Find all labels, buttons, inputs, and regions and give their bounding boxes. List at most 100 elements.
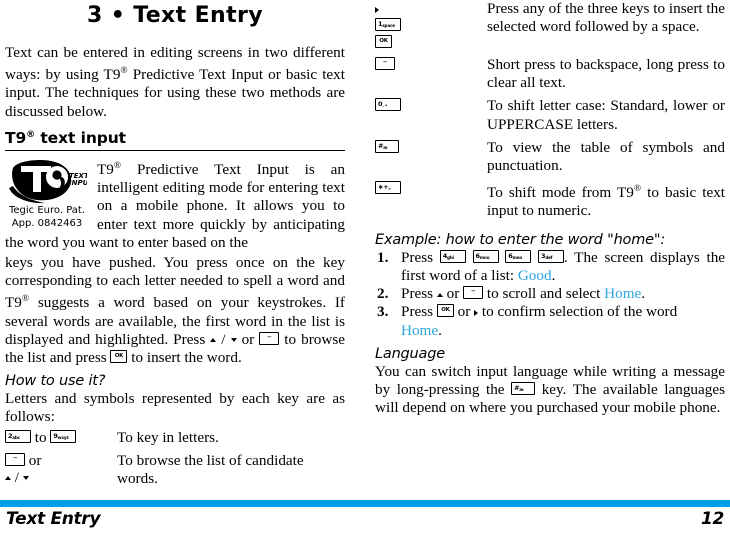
table-row: 1space OK Press any of the three keys to… [375,0,725,56]
step2-period: . [641,285,646,303]
how-to-use-intro: Letters and symbols represented by each … [5,390,345,426]
ok-key-icon: OK [110,350,128,364]
arrow-right-icon [375,6,379,13]
key-description: Press any of the three keys to insert th… [487,0,725,36]
key-4-icon: 4ghi [439,249,466,263]
key-description: To view the table of symbols and punctua… [487,138,725,175]
key-cell: #æ [375,139,487,180]
key-cell: – or / [5,452,117,493]
step2-text-mid: or [442,285,464,303]
backspace-key-icon: – [5,452,25,466]
step3-text-before: Press [401,303,437,321]
subheading-language: Language [375,345,445,362]
key-2-icon: 2abc [5,429,31,443]
key-1-icon: 1space [375,18,401,31]
key-cell: 0. • [375,97,487,138]
key-9-icon: 9wxyz [50,429,77,443]
key-description: To shift letter case: Standard, lower or… [487,97,725,133]
t9-description-paragraph-2: keys you have pushed. You press once on … [5,253,345,367]
backspace-key-icon: – [375,57,395,70]
key-row-backspace: – or [5,452,113,469]
key-cell: – [375,56,487,97]
suggested-word-good: Good [517,266,552,284]
list-item: Press OK or to confirm selection of the … [375,303,725,339]
key-stack: – or / [5,452,113,486]
key-hash-icon: #æ [375,139,399,153]
key-row-arrow-right [375,0,483,17]
step2-text-after: to scroll and select [483,285,605,303]
subheading-example: Example: how to enter the word "home": [375,231,666,248]
arrow-separator: / [14,468,20,486]
list-item: Press 4ghi 6mno 6mno 3def. The screen di… [375,249,725,285]
table-row: – Short press to backspace, long press t… [375,56,725,97]
key-row-arrows: / [5,469,113,486]
arrow-down-icon [230,338,237,343]
table-row: 2abc to 9wxyz To key in letters. [5,429,345,452]
table-row: 0. • To shift letter case: Standard, low… [375,97,725,138]
key-description: To browse the list of candidate words. [117,451,304,488]
key-stack: 1space OK [375,0,483,51]
key-0-icon: 0. • [375,98,401,112]
key-row-ok: OK [375,34,483,51]
step1-period: . [551,266,556,284]
suggested-word-home: Home [604,285,642,303]
key-legend-table-left: 2abc to 9wxyz To key in letters. – or / … [5,429,345,494]
arrow-up-icon [210,338,217,343]
left-column: 3 • Text Entry Text can be entered in ed… [0,0,365,496]
ok-key-icon: OK [375,35,392,48]
registered-mark-icon: ® [26,129,36,140]
key-description: To key in letters. [117,428,219,446]
footer-accent-bar [0,500,730,507]
step3-period: . [438,321,442,339]
key-cell: 2abc to 9wxyz [5,429,117,452]
footer: Text Entry 12 [0,509,730,529]
logo-caption-line2: App. 0842463 [11,218,83,230]
right-column: 1space OK Press any of the three keys to… [365,0,730,496]
language-paragraph: You can switch input language while writ… [375,363,725,418]
table-row: #æ To view the table of symbols and punc… [375,139,725,180]
step3-text-mid: or [453,303,475,321]
ok-key-icon: OK [436,304,454,318]
section-heading-t9-text-input: T9® text input [5,129,345,151]
key-description-t9-shift: To shift mode from T9® to basic text inp… [487,184,726,220]
step2-text-before: Press [401,285,437,303]
list-item: Press or – to scroll and select Home. [375,285,725,303]
registered-mark-icon: ® [120,66,128,77]
suggested-word-home: Home [401,321,439,339]
arrow-down-icon [22,476,29,481]
subheading-how-to-use-it: How to use it? [5,373,106,390]
key-cell: 1space OK [375,0,487,56]
intro-paragraph: Text can be entered in editing screens i… [5,44,345,121]
row-joiner-to: to [34,428,47,446]
backspace-key-icon: – [463,286,484,300]
key-row-1: 1space [375,17,483,34]
arrow-up-icon [5,476,11,481]
key-6-icon: 6mno [472,249,499,263]
key-description: Short press to backspace, long press to … [487,56,725,92]
svg-text:INPUT: INPUT [69,179,87,187]
key-hash-icon: #æ [511,381,536,395]
row-joiner-or: or [28,451,42,469]
table-row: – or / To browse the list of candidate w… [5,452,345,493]
t9-logo-block: TEXT INPUT Tegic Euro. Pat. App. 0842463 [5,158,89,231]
key-star-icon: ∗+» [375,181,401,195]
page-title: 3 • Text Entry [86,3,264,28]
backspace-key-icon: – [259,331,280,345]
registered-mark-icon: ® [633,184,642,195]
example-steps-list: Press 4ghi 6mno 6mno 3def. The screen di… [375,249,725,340]
footer-page-number: 12 [700,509,724,529]
registered-mark-icon: ® [21,294,30,305]
key-legend-table-right: 1space OK Press any of the three keys to… [375,0,725,226]
t9-logo-icon: TEXT INPUT [9,159,87,203]
table-row: ∗+» To shift mode from T9® to basic text… [375,180,725,225]
step3-text-after: to confirm selection of the word [478,303,678,321]
logo-caption-line1: Tegic Euro. Pat. [8,204,86,216]
two-column-layout: 3 • Text Entry Text can be entered in ed… [0,0,730,496]
document-page: 3 • Text Entry Text can be entered in ed… [0,0,730,534]
key-3-icon: 3def [537,249,564,263]
registered-mark-icon: ® [113,160,122,171]
key-6-icon: 6mno [505,249,532,263]
step1-press-label: Press [401,248,434,266]
key-cell: ∗+» [375,180,487,225]
footer-section-name: Text Entry [6,509,101,529]
